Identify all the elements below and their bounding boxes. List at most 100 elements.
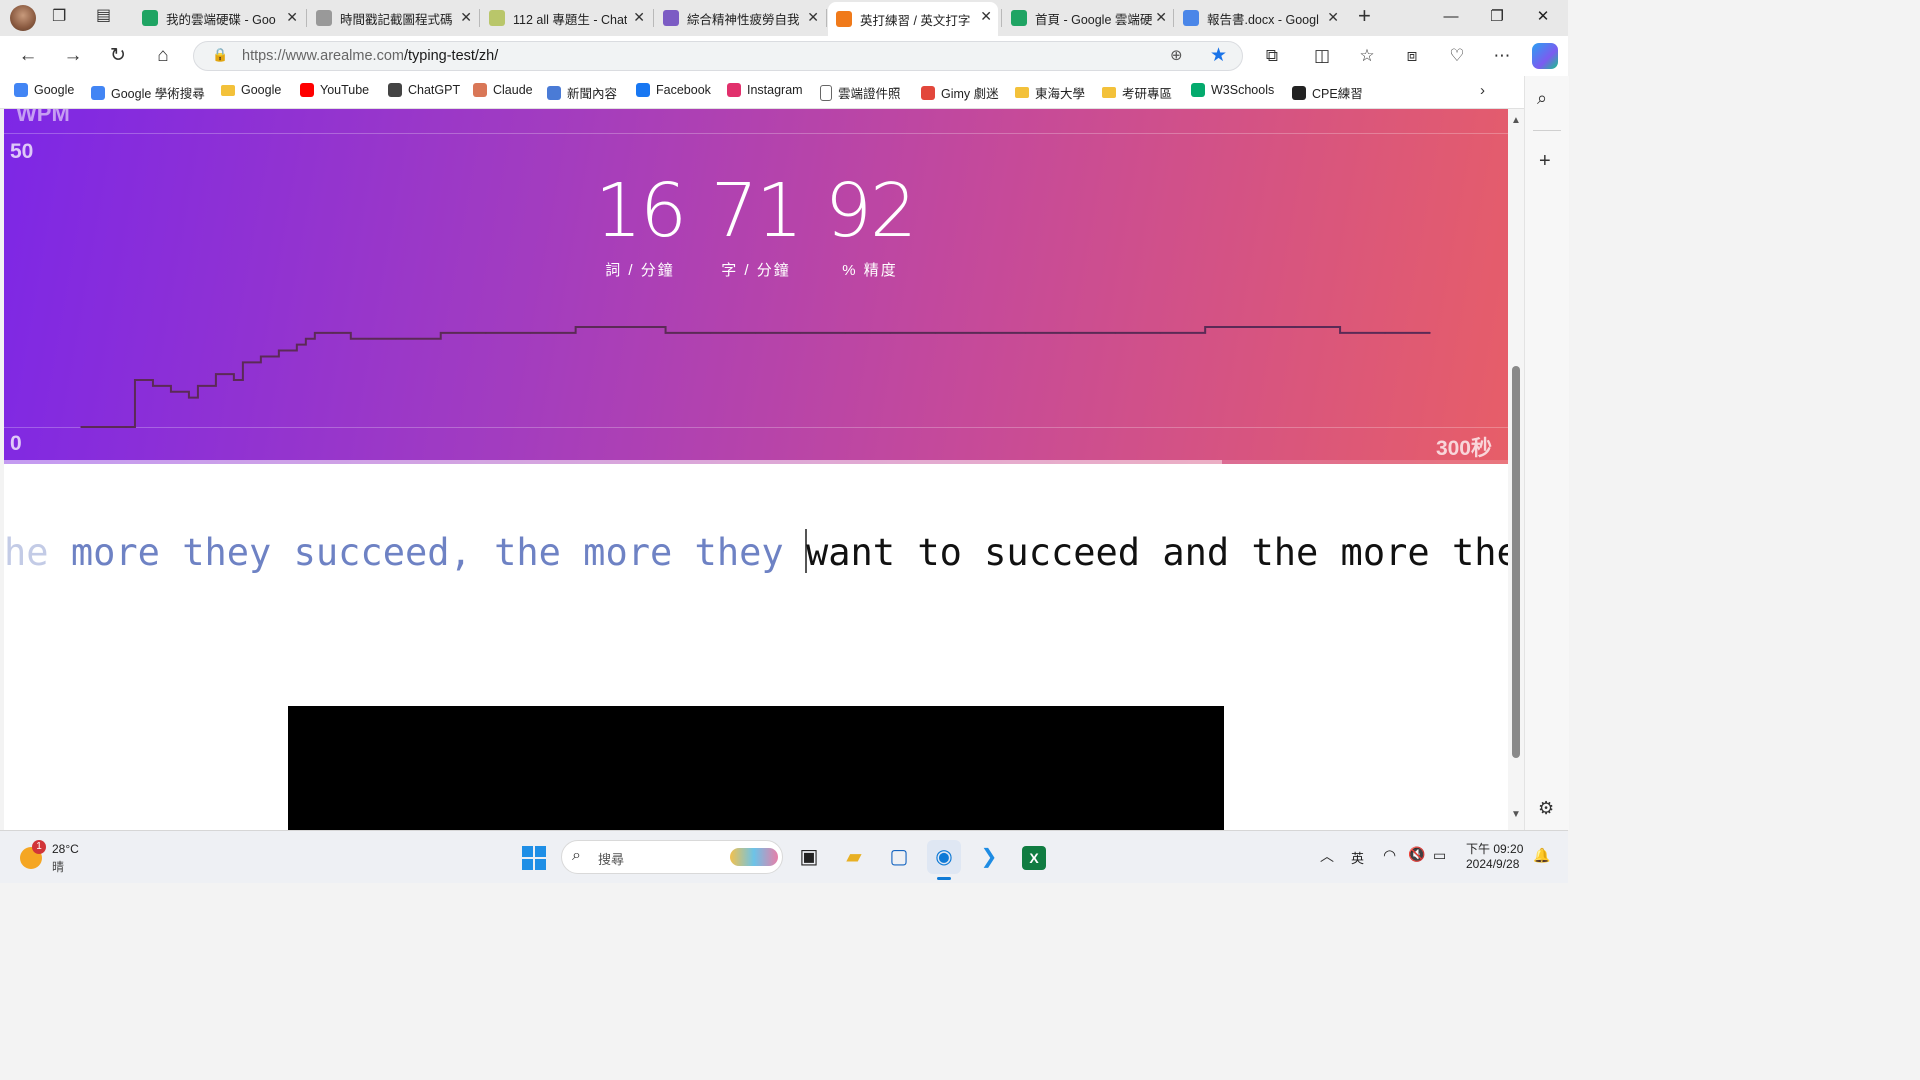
bookmark-item[interactable]: 雲端證件照 bbox=[820, 83, 901, 102]
advertisement-block[interactable] bbox=[288, 706, 1224, 830]
browser-essentials-icon[interactable]: ♡ bbox=[1445, 44, 1469, 68]
workspaces-icon[interactable]: ❐ bbox=[52, 6, 66, 26]
bookmark-item[interactable]: 東海大學 bbox=[1015, 83, 1085, 102]
back-button[interactable]: ← bbox=[12, 42, 44, 70]
taskbar-search-icon: ⌕ bbox=[572, 847, 581, 864]
bookmark-item[interactable]: Google 學術搜尋 bbox=[91, 83, 205, 102]
browser-tab[interactable]: 報告書.docx - Googl ✕ bbox=[1175, 3, 1345, 33]
close-tab-icon[interactable]: ✕ bbox=[980, 8, 992, 25]
notification-bell-icon[interactable]: 🔔 bbox=[1533, 847, 1550, 864]
browser-tab[interactable]: 首頁 - Google 雲端硬 ✕ bbox=[1003, 3, 1173, 33]
browser-tab[interactable]: 英打練習 / 英文打字 ✕ bbox=[828, 2, 998, 36]
vertical-tabs-icon[interactable]: ▤ bbox=[96, 5, 111, 25]
favorites-icon[interactable]: ☆ bbox=[1355, 44, 1379, 68]
bookmark-item[interactable]: CPE練習 bbox=[1292, 83, 1363, 102]
bookmark-label: Google bbox=[241, 83, 282, 97]
edge-sidebar: ⌕ + ⚙ bbox=[1524, 76, 1569, 830]
restore-button[interactable]: ❐ bbox=[1474, 0, 1520, 34]
vscode-icon[interactable]: ❯ bbox=[972, 840, 1006, 874]
bookmark-item[interactable]: 新聞內容 bbox=[547, 83, 617, 102]
tab-separator bbox=[1173, 9, 1174, 27]
task-view-icon[interactable]: ▣ bbox=[792, 840, 826, 874]
ime-indicator[interactable]: 英 bbox=[1351, 848, 1364, 867]
bookmark-label: Gimy 劇迷 bbox=[941, 87, 999, 101]
edge-active-indicator bbox=[937, 877, 951, 880]
wpm-data-point bbox=[799, 332, 802, 334]
scroll-up-arrow-icon[interactable]: ▲ bbox=[1511, 115, 1521, 126]
edge-browser-icon[interactable]: ◉ bbox=[927, 840, 961, 874]
sidebar-add-icon[interactable]: + bbox=[1539, 150, 1551, 173]
url-text[interactable]: https://www.arealme.com/typing-test/zh/ bbox=[242, 48, 498, 64]
sidebar-search-icon[interactable]: ⌕ bbox=[1537, 88, 1547, 109]
reload-button[interactable]: ↻ bbox=[102, 42, 134, 70]
bookmark-item[interactable]: 考研專區 bbox=[1102, 83, 1172, 102]
browser-tab-title: 報告書.docx - Googl bbox=[1207, 12, 1319, 27]
start-windows-icon[interactable] bbox=[522, 846, 546, 870]
forward-button[interactable]: → bbox=[57, 42, 89, 70]
bookmark-label: Claude bbox=[493, 83, 533, 97]
close-tab-icon[interactable]: ✕ bbox=[1327, 9, 1339, 26]
wpm-data-point bbox=[152, 385, 154, 387]
zoom-icon[interactable]: ⊕ bbox=[1170, 46, 1183, 64]
folder-icon bbox=[1102, 87, 1116, 98]
close-tab-icon[interactable]: ✕ bbox=[1155, 9, 1167, 26]
browser-tab-title: 時間戳記截圖程式碼 bbox=[340, 12, 453, 27]
show-hidden-icons-chevron-icon[interactable]: ︿ bbox=[1320, 846, 1334, 866]
scrollbar-thumb[interactable] bbox=[1512, 366, 1520, 758]
bookmark-item[interactable]: Instagram bbox=[727, 83, 803, 97]
wpm-data-point bbox=[979, 332, 982, 334]
close-tab-icon[interactable]: ✕ bbox=[807, 9, 819, 26]
bookmark-item[interactable]: Gimy 劇迷 bbox=[921, 83, 999, 102]
browser-tab[interactable]: 112 all 專題生 - Chat ✕ bbox=[481, 3, 651, 33]
excel-icon[interactable]: X bbox=[1017, 840, 1051, 874]
scroll-down-arrow-icon[interactable]: ▼ bbox=[1511, 809, 1521, 820]
copilot-icon[interactable] bbox=[1532, 43, 1558, 69]
new-tab-button[interactable]: + bbox=[1358, 3, 1371, 29]
split-screen-icon[interactable]: ◫ bbox=[1310, 44, 1334, 68]
address-bar[interactable]: 🔒 https://www.arealme.com/typing-test/zh… bbox=[193, 41, 1243, 71]
bookmarks-overflow-chevron-icon[interactable]: › bbox=[1480, 82, 1485, 99]
page-scrollbar[interactable]: ▲ ▼ bbox=[1508, 109, 1524, 830]
collections-icon[interactable]: ⧈ bbox=[1400, 44, 1424, 68]
favorite-star-icon[interactable]: ★ bbox=[1210, 44, 1227, 67]
close-tab-icon[interactable]: ✕ bbox=[460, 9, 472, 26]
sidebar-settings-icon[interactable]: ⚙ bbox=[1538, 798, 1554, 819]
bookmark-item[interactable]: Facebook bbox=[636, 83, 711, 97]
claude-icon bbox=[473, 83, 487, 97]
extensions-icon[interactable]: ⧉ bbox=[1260, 44, 1284, 68]
browser-tab-title: 英打練習 / 英文打字 bbox=[860, 13, 971, 28]
bookmark-item[interactable]: Google bbox=[221, 83, 281, 97]
battery-icon[interactable]: ▭ bbox=[1433, 847, 1446, 864]
clock-time[interactable]: 下午 09:20 bbox=[1466, 840, 1523, 857]
bookmark-item[interactable]: W3Schools bbox=[1191, 83, 1274, 97]
close-window-button[interactable]: ✕ bbox=[1520, 0, 1566, 34]
page-icon bbox=[820, 84, 832, 101]
wpm-data-point bbox=[709, 332, 712, 334]
minimize-button[interactable]: — bbox=[1428, 0, 1474, 34]
clock-date[interactable]: 2024/9/28 bbox=[1466, 857, 1519, 871]
wpm-data-point bbox=[80, 426, 82, 428]
wpm-data-point bbox=[296, 343, 298, 346]
more-options-icon[interactable]: ⋯ bbox=[1490, 44, 1514, 68]
close-tab-icon[interactable]: ✕ bbox=[286, 9, 298, 26]
file-explorer-icon[interactable]: ▰ bbox=[837, 840, 871, 874]
browser-tab[interactable]: 綜合精神性疲勞自我 ✕ bbox=[655, 3, 825, 33]
bookmark-item[interactable]: YouTube bbox=[300, 83, 369, 97]
bookmark-item[interactable]: Google bbox=[14, 83, 74, 97]
github-icon bbox=[1292, 85, 1306, 100]
bookmark-item[interactable]: ChatGPT bbox=[388, 83, 460, 97]
taskbar-search-box[interactable]: ⌕ 搜尋 bbox=[561, 840, 783, 874]
browser-tab[interactable]: 時間戳記截圖程式碼 ✕ bbox=[308, 3, 478, 33]
volume-muted-icon[interactable]: 🔇 bbox=[1408, 846, 1425, 863]
home-button[interactable]: ⌂ bbox=[147, 42, 179, 70]
remote-desktop-icon[interactable]: ▢ bbox=[882, 840, 916, 874]
browser-tab[interactable]: 我的雲端硬碟 - Goo ✕ bbox=[134, 3, 304, 33]
typed-text: more they succeed, the more they bbox=[70, 531, 806, 574]
typing-text-line[interactable]: he more they succeed, the more they want… bbox=[4, 529, 1508, 589]
weather-widget[interactable]: 1 28°C 晴 bbox=[18, 839, 108, 875]
wifi-icon[interactable]: ◠ bbox=[1383, 846, 1396, 864]
close-tab-icon[interactable]: ✕ bbox=[633, 9, 645, 26]
profile-avatar[interactable] bbox=[10, 5, 36, 31]
wpm-data-point bbox=[439, 332, 442, 334]
bookmark-item[interactable]: Claude bbox=[473, 83, 533, 97]
